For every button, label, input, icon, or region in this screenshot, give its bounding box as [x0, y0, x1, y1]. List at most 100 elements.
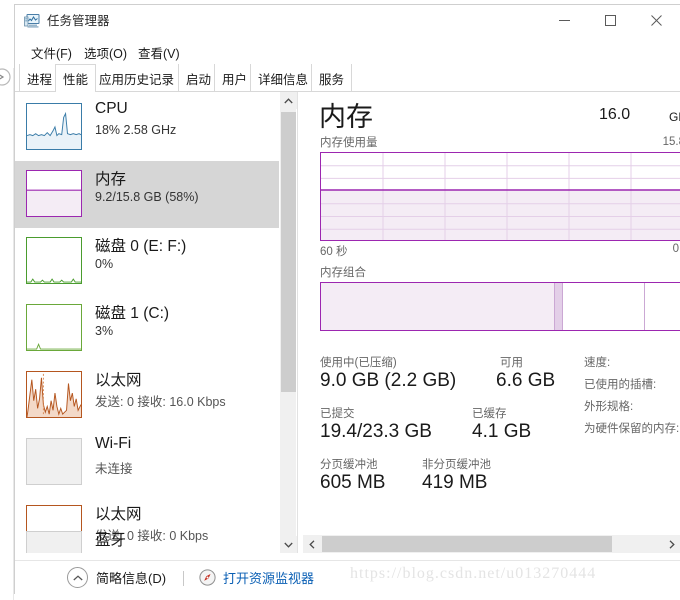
- resource-monitor-label: 打开资源监视器: [223, 571, 315, 586]
- detail-total-unit: GB: [669, 110, 680, 124]
- composition-segment-inuse: [321, 283, 555, 330]
- menu-bar: 文件(F) 选项(O) 查看(V): [15, 38, 680, 63]
- sidebar-item-ethernet-1[interactable]: 以太网 发送: 0 接收: 16.0 Kbps: [15, 362, 279, 429]
- resource-list: CPU 18% 2.58 GHz 内存 9.2/15.8 GB (58%) 磁盘…: [15, 92, 279, 553]
- sidebar-item-cpu[interactable]: CPU 18% 2.58 GHz: [15, 94, 279, 161]
- scroll-right-button[interactable]: [663, 535, 680, 553]
- memory-usage-plot: [321, 153, 680, 240]
- status-separator: [183, 571, 184, 586]
- sidebar-scroll-thumb[interactable]: [281, 112, 296, 392]
- maximize-icon: [605, 14, 616, 26]
- memory-detail-panel: 内存 16.0 GB 内存使用量 15.8: [303, 92, 680, 553]
- task-manager-icon: [24, 14, 40, 28]
- stat-value-paged-pool: 605 MB: [320, 472, 386, 493]
- ethernet-1-thumbnail-graph: [26, 371, 82, 418]
- desktop-left-edge: [0, 0, 14, 600]
- scroll-left-button[interactable]: [303, 535, 321, 553]
- wifi-thumbnail-graph: [26, 438, 82, 485]
- stat-value-inuse: 9.0 GB (2.2 GB): [320, 370, 457, 391]
- graph-time-zero: 0: [672, 243, 679, 255]
- sidebar-item-memory[interactable]: 内存 9.2/15.8 GB (58%): [15, 161, 279, 228]
- info-label-hw-reserved: 为硬件保留的内存:: [584, 423, 680, 435]
- tab-performance[interactable]: 性能: [55, 64, 97, 93]
- detail-total-capacity: 16.0: [599, 106, 631, 123]
- sidebar-label-ethernet-2: 以太网: [95, 506, 142, 523]
- sidebar-item-disk1[interactable]: 磁盘 1 (C:) 3%: [15, 295, 279, 362]
- sidebar-sub-memory: 9.2/15.8 GB (58%): [95, 190, 199, 204]
- info-label-slots-used: 已使用的插槽:: [584, 379, 657, 391]
- memory-thumbnail-graph: [26, 170, 82, 217]
- menu-view[interactable]: 查看(V): [133, 41, 185, 64]
- sidebar-label-disk1: 磁盘 1 (C:): [95, 305, 170, 322]
- sidebar-sub-disk0: 0%: [95, 257, 114, 271]
- sidebar-label-disk0: 磁盘 0 (E: F:): [95, 238, 187, 255]
- scroll-up-button[interactable]: [280, 92, 297, 109]
- tab-app-history[interactable]: 应用历史记录: [91, 64, 183, 92]
- fewer-details-label: 简略信息(D): [96, 571, 167, 586]
- menu-options[interactable]: 选项(O): [79, 41, 132, 64]
- composition-caption: 内存组合: [320, 267, 366, 279]
- tab-users[interactable]: 用户: [214, 64, 256, 92]
- chevron-up-icon: [284, 97, 293, 103]
- tab-services[interactable]: 服务: [311, 64, 353, 92]
- horizontal-scroll-thumb[interactable]: [322, 536, 612, 552]
- sidebar-label-memory: 内存: [95, 171, 127, 188]
- screen-root: 任务管理器 文件(F) 选项(O) 查看(V) 进程 性能 应用历史记录 启动 …: [0, 0, 680, 600]
- scroll-down-button[interactable]: [280, 536, 297, 553]
- stat-value-nonpaged-pool: 419 MB: [422, 472, 488, 493]
- composition-segment-free: [644, 283, 680, 330]
- memory-usage-graph: [320, 152, 680, 241]
- fewer-details-button[interactable]: 简略信息(D): [67, 567, 166, 588]
- stat-label-cached: 已缓存: [472, 408, 507, 420]
- sidebar-label-bluetooth: 蓝牙: [95, 532, 127, 549]
- stat-value-cached: 4.1 GB: [472, 421, 532, 442]
- watermark-text: https://blog.csdn.net/u013270444: [350, 565, 597, 582]
- info-label-speed: 速度:: [584, 357, 611, 369]
- sidebar-sub-bluetooth: 未连接: [95, 551, 133, 553]
- maximize-button[interactable]: [588, 5, 633, 35]
- bluetooth-thumbnail-graph: [26, 531, 82, 553]
- menu-file[interactable]: 文件(F): [26, 41, 77, 64]
- tab-strip: 进程 性能 应用历史记录 启动 用户 详细信息 服务: [15, 64, 680, 93]
- close-icon: [651, 14, 662, 26]
- close-button[interactable]: [634, 5, 679, 35]
- sidebar-sub-wifi: 未连接: [95, 462, 133, 476]
- usage-graph-caption: 内存使用量: [320, 137, 378, 149]
- chevron-up-icon: [72, 574, 83, 580]
- memory-statistics: 使用中(已压缩) 9.0 GB (2.2 GB) 可用 6.6 GB 已提交 1…: [320, 354, 680, 494]
- sidebar-item-disk0[interactable]: 磁盘 0 (E: F:) 0%: [15, 228, 279, 295]
- sidebar-sub-disk1: 3%: [95, 324, 114, 338]
- task-manager-window: 任务管理器 文件(F) 选项(O) 查看(V) 进程 性能 应用历史记录 启动 …: [14, 4, 680, 594]
- stat-value-committed: 19.4/23.3 GB: [320, 421, 432, 442]
- detail-title: 内存: [319, 102, 373, 132]
- sidebar-item-bluetooth[interactable]: 蓝牙 未连接: [15, 522, 279, 553]
- open-resource-monitor-link[interactable]: 打开资源监视器: [199, 568, 314, 587]
- content-area: CPU 18% 2.58 GHz 内存 9.2/15.8 GB (58%) 磁盘…: [15, 92, 680, 553]
- composition-segment-modified: [554, 283, 564, 330]
- stat-value-available: 6.6 GB: [496, 370, 556, 391]
- partial-circle-decoration: [0, 68, 11, 86]
- tab-details[interactable]: 详细信息: [250, 64, 317, 92]
- stat-label-paged-pool: 分页缓冲池: [320, 459, 378, 471]
- chevron-right-icon: [669, 539, 675, 549]
- tab-startup[interactable]: 启动: [178, 64, 220, 92]
- graph-time-span: 60 秒: [320, 246, 348, 258]
- chevron-up-circle: [67, 567, 88, 588]
- stat-label-available: 可用: [500, 357, 523, 369]
- usage-graph-scale-max: 15.8: [662, 136, 680, 148]
- stat-label-inuse: 使用中(已压缩): [320, 357, 397, 369]
- sidebar-sub-cpu: 18% 2.58 GHz: [95, 123, 177, 137]
- info-label-form-factor: 外形规格:: [584, 401, 634, 413]
- panel-divider: [297, 92, 298, 553]
- disk0-thumbnail-graph: [26, 237, 82, 284]
- memory-composition-bar: [320, 282, 680, 331]
- sidebar-scrollbar[interactable]: [279, 92, 297, 553]
- sidebar-sub-ethernet-1: 发送: 0 接收: 16.0 Kbps: [95, 395, 226, 409]
- stat-label-nonpaged-pool: 非分页缓冲池: [422, 459, 491, 471]
- minimize-button[interactable]: [542, 5, 587, 35]
- minimize-icon: [559, 19, 570, 21]
- sidebar-item-wifi[interactable]: Wi-Fi 未连接: [15, 429, 279, 496]
- tab-processes[interactable]: 进程: [19, 64, 61, 92]
- chevron-down-icon: [284, 542, 293, 548]
- horizontal-scrollbar[interactable]: [303, 535, 680, 553]
